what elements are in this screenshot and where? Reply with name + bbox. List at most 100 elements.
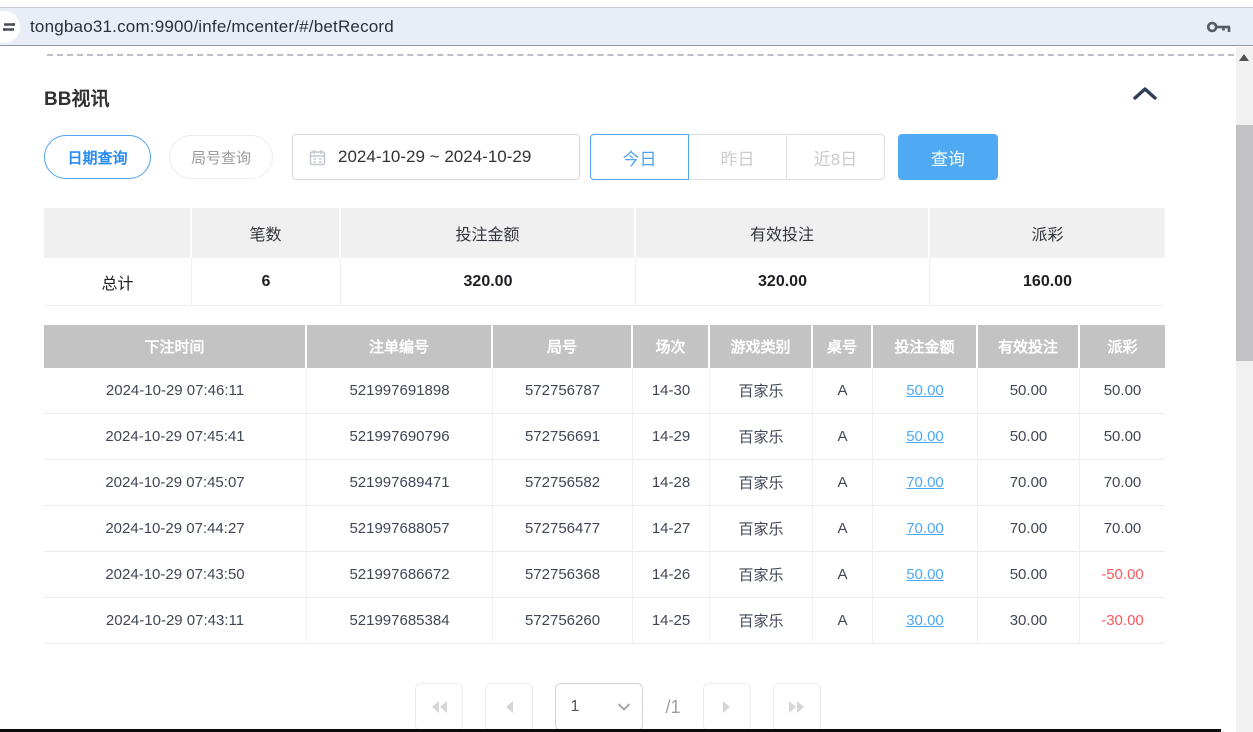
cell-time: 2024-10-29 07:45:07 — [44, 460, 307, 506]
cell-order-id: 521997688057 — [307, 506, 493, 552]
cell-time: 2024-10-29 07:43:11 — [44, 598, 307, 644]
cell-table-no: A — [813, 598, 873, 644]
site-icon — [0, 11, 20, 43]
header-order-id: 注单编号 — [307, 325, 493, 368]
cell-table-no: A — [813, 552, 873, 598]
next-page-button[interactable] — [703, 683, 751, 731]
summary-total-valid-bet: 320.00 — [636, 258, 930, 306]
cell-round-id: 572756368 — [493, 552, 633, 598]
cell-table-no: A — [813, 414, 873, 460]
page-scrollbar[interactable] — [1236, 47, 1253, 732]
prev-page-button[interactable] — [485, 683, 533, 731]
header-round-id: 局号 — [493, 325, 633, 368]
table-row: 2024-10-29 07:43:11521997685384572756260… — [44, 598, 1165, 644]
cell-game-type: 百家乐 — [710, 460, 813, 506]
summary-total-label: 总计 — [44, 258, 192, 306]
quick-yesterday-button[interactable]: 昨日 — [688, 134, 787, 180]
bet-amount-link[interactable]: 30.00 — [906, 612, 944, 629]
page-select-value: 1 — [570, 698, 579, 716]
header-game-type: 游戏类别 — [710, 325, 813, 368]
summary-header-bet-amount: 投注金额 — [341, 208, 636, 258]
cell-round-id: 572756691 — [493, 414, 633, 460]
cell-payout: 70.00 — [1080, 506, 1165, 552]
cell-time: 2024-10-29 07:46:11 — [44, 368, 307, 414]
pagination: 1 /1 — [0, 683, 1236, 731]
cell-valid-bet: 70.00 — [978, 506, 1080, 552]
cell-time: 2024-10-29 07:45:41 — [44, 414, 307, 460]
bet-table-body: 2024-10-29 07:46:11521997691898572756787… — [44, 368, 1165, 644]
page-title: BB视讯 — [44, 84, 109, 111]
scroll-up-icon[interactable] — [1239, 54, 1249, 61]
cell-game-type: 百家乐 — [710, 368, 813, 414]
bet-table-header-row: 下注时间 注单编号 局号 场次 游戏类别 桌号 投注金额 有效投注 派彩 — [44, 325, 1165, 368]
cell-game-type: 百家乐 — [710, 506, 813, 552]
cell-bet-amount: 30.00 — [873, 598, 978, 644]
key-icon[interactable] — [1206, 19, 1232, 35]
dashed-divider — [47, 54, 1234, 56]
bet-amount-link[interactable]: 50.00 — [906, 428, 944, 445]
bet-amount-link[interactable]: 50.00 — [906, 566, 944, 583]
table-row: 2024-10-29 07:43:50521997686672572756368… — [44, 552, 1165, 598]
summary-total-bet-amount: 320.00 — [341, 258, 636, 306]
bet-amount-link[interactable]: 50.00 — [906, 382, 944, 399]
cell-payout: -30.00 — [1080, 598, 1165, 644]
summary-header-blank — [44, 208, 192, 258]
cell-order-id: 521997685384 — [307, 598, 493, 644]
cell-bet-amount: 50.00 — [873, 368, 978, 414]
page-select[interactable]: 1 — [555, 683, 643, 731]
bet-records-table: 下注时间 注单编号 局号 场次 游戏类别 桌号 投注金额 有效投注 派彩 202… — [44, 325, 1165, 644]
table-row: 2024-10-29 07:44:27521997688057572756477… — [44, 506, 1165, 552]
cell-session: 14-25 — [633, 598, 710, 644]
cell-session: 14-30 — [633, 368, 710, 414]
table-row: 2024-10-29 07:46:11521997691898572756787… — [44, 368, 1165, 414]
calendar-icon — [309, 149, 326, 166]
date-range-input[interactable]: 2024-10-29 ~ 2024-10-29 — [292, 134, 580, 180]
cell-bet-amount: 50.00 — [873, 414, 978, 460]
address-bar[interactable]: tongbao31.com:9900/infe/mcenter/#/betRec… — [0, 7, 1253, 46]
cell-bet-amount: 70.00 — [873, 460, 978, 506]
cell-game-type: 百家乐 — [710, 598, 813, 644]
first-page-button[interactable] — [415, 683, 463, 731]
cell-valid-bet: 50.00 — [978, 368, 1080, 414]
page-total-label: /1 — [665, 683, 680, 731]
chevron-up-icon[interactable] — [1131, 85, 1159, 103]
search-button[interactable]: 查询 — [898, 134, 998, 180]
cell-round-id: 572756477 — [493, 506, 633, 552]
scrollbar-thumb[interactable] — [1236, 125, 1253, 361]
quick-8days-button[interactable]: 近8日 — [786, 134, 885, 180]
table-row: 2024-10-29 07:45:07521997689471572756582… — [44, 460, 1165, 506]
cell-order-id: 521997691898 — [307, 368, 493, 414]
cell-payout: 50.00 — [1080, 414, 1165, 460]
date-range-value: 2024-10-29 ~ 2024-10-29 — [338, 147, 531, 167]
header-payout: 派彩 — [1080, 325, 1165, 368]
last-page-button[interactable] — [773, 683, 821, 731]
cell-valid-bet: 30.00 — [978, 598, 1080, 644]
cell-table-no: A — [813, 368, 873, 414]
summary-header-row: 笔数 投注金额 有效投注 派彩 — [44, 208, 1165, 258]
cell-bet-amount: 50.00 — [873, 552, 978, 598]
cell-session: 14-29 — [633, 414, 710, 460]
quick-range-group: 今日 昨日 近8日 — [590, 134, 885, 180]
header-session: 场次 — [633, 325, 710, 368]
page: tongbao31.com:9900/infe/mcenter/#/betRec… — [0, 0, 1253, 732]
cell-session: 14-26 — [633, 552, 710, 598]
round-query-tab[interactable]: 局号查询 — [169, 135, 273, 179]
quick-today-button[interactable]: 今日 — [590, 134, 689, 180]
cell-valid-bet: 50.00 — [978, 552, 1080, 598]
header-valid-bet: 有效投注 — [978, 325, 1080, 368]
cell-bet-amount: 70.00 — [873, 506, 978, 552]
cell-session: 14-27 — [633, 506, 710, 552]
cell-round-id: 572756260 — [493, 598, 633, 644]
summary-header-count: 笔数 — [192, 208, 341, 258]
summary-total-payout: 160.00 — [930, 258, 1165, 306]
cell-game-type: 百家乐 — [710, 414, 813, 460]
summary-table: 笔数 投注金额 有效投注 派彩 总计 6 320.00 320.00 160.0… — [44, 208, 1165, 306]
bet-amount-link[interactable]: 70.00 — [906, 474, 944, 491]
cell-order-id: 521997690796 — [307, 414, 493, 460]
date-query-tab[interactable]: 日期查询 — [44, 135, 151, 179]
cell-valid-bet: 50.00 — [978, 414, 1080, 460]
cell-time: 2024-10-29 07:43:50 — [44, 552, 307, 598]
cell-table-no: A — [813, 460, 873, 506]
url-text[interactable]: tongbao31.com:9900/infe/mcenter/#/betRec… — [30, 8, 394, 45]
bet-amount-link[interactable]: 70.00 — [906, 520, 944, 537]
